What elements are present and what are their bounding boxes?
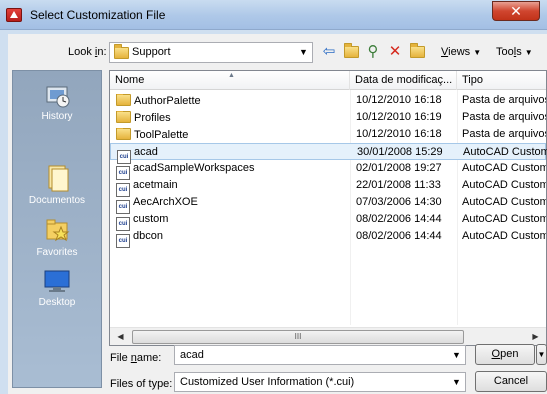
file-name-cell: ToolPalette	[116, 128, 348, 141]
file-date-cell: 08/02/2006 14:44	[356, 230, 442, 242]
tools-menu[interactable]: Tools ▼	[496, 46, 533, 58]
file-name-text: acetmain	[133, 179, 178, 191]
file-date-cell: 02/01/2008 19:27	[356, 162, 442, 174]
places-item-desktop[interactable]: Desktop	[13, 267, 101, 308]
new-folder-icon[interactable]	[408, 43, 426, 61]
places-item-history[interactable]: History	[13, 81, 101, 122]
up-folder-icon[interactable]	[342, 43, 360, 61]
chevron-down-icon[interactable]: ▼	[448, 373, 465, 392]
desktop-icon	[44, 270, 70, 292]
places-item-label: Favorites	[36, 247, 78, 258]
column-header-row: Nome ▲ Data de modificaç... Tipo	[110, 71, 546, 90]
chevron-down-icon: ▼	[473, 48, 482, 57]
column-header-type[interactable]: Tipo	[457, 71, 546, 90]
file-date-cell: 30/01/2008 15:29	[357, 146, 443, 158]
file-name-label: File name:	[110, 352, 162, 364]
places-item-label: Desktop	[38, 297, 76, 308]
scrollbar-thumb[interactable]: III	[132, 330, 464, 344]
file-name-text: AecArchXOE	[133, 196, 198, 208]
places-item-favorites[interactable]: Favorites	[13, 215, 101, 258]
file-type-cell: AutoCAD Custom	[462, 162, 546, 174]
folder-icon	[116, 111, 131, 123]
file-row[interactable]: Profiles 10/12/2010 16:19 Pasta de arquivo…	[110, 109, 546, 126]
look-in-label: Look in:	[68, 46, 107, 58]
back-arrow-icon[interactable]: ⇦	[320, 43, 338, 61]
cancel-button[interactable]: Cancel	[475, 371, 547, 392]
open-options-button[interactable]: ▼	[536, 344, 547, 365]
delete-icon[interactable]: ✕	[386, 43, 404, 61]
window-frame: Look in: Support ▼ ⇦ ⚲ ✕ Views ▼ Tools ▼	[0, 30, 547, 394]
file-type-cell: Pasta de arquivos	[462, 94, 546, 106]
places-item-documents[interactable]: Documentos	[13, 163, 101, 206]
file-row[interactable]: ToolPalette 10/12/2010 16:18 Pasta de arqu…	[110, 126, 546, 143]
search-icon[interactable]: ⚲	[364, 43, 382, 61]
file-date-cell: 10/12/2010 16:19	[356, 111, 442, 123]
file-row[interactable]: cui acad 30/01/2008 15:29 AutoCAD Custom	[110, 143, 547, 164]
cui-file-icon: cui	[116, 234, 130, 248]
file-name-input[interactable]: acad ▼	[174, 345, 466, 365]
file-type-cell: Pasta de arquivos	[462, 128, 546, 140]
dialog-body: Look in: Support ▼ ⇦ ⚲ ✕ Views ▼ Tools ▼	[8, 34, 547, 394]
file-row[interactable]: cui acadSampleWorkspaces 02/01/2008 19:27 A…	[110, 160, 546, 180]
file-name-cell: Profiles	[116, 111, 348, 124]
file-date-cell: 08/02/2006 14:44	[356, 213, 442, 225]
open-button[interactable]: Open	[475, 344, 535, 365]
places-item-label: History	[41, 111, 73, 122]
folder-icon	[116, 94, 131, 106]
chevron-down-icon: ▼	[537, 350, 546, 359]
file-type-cell: AutoCAD Custom	[462, 230, 546, 242]
column-header-date[interactable]: Data de modificaç...	[350, 71, 457, 90]
scroll-right-icon[interactable]: ▶	[527, 329, 544, 345]
sort-ascending-icon: ▲	[228, 72, 235, 79]
file-name-text: AuthorPalette	[134, 95, 201, 107]
file-date-cell: 10/12/2010 16:18	[356, 94, 442, 106]
file-name-text: ToolPalette	[134, 129, 189, 141]
favorites-icon	[46, 219, 70, 242]
history-icon	[46, 86, 70, 108]
views-menu[interactable]: Views ▼	[441, 46, 481, 58]
file-name-text: dbcon	[133, 230, 163, 242]
look-in-dropdown[interactable]: Support ▼	[109, 42, 313, 63]
window-title: Select Customization File	[30, 8, 166, 22]
file-list[interactable]: Nome ▲ Data de modificaç... Tipo AuthorP…	[109, 70, 547, 346]
file-date-cell: 22/01/2008 11:33	[356, 179, 441, 191]
file-row[interactable]: AuthorPalette 10/12/2010 16:18 Pasta de ar…	[110, 92, 546, 109]
file-name-text: acadSampleWorkspaces	[133, 162, 255, 174]
folder-icon	[114, 44, 129, 59]
file-name-cell: cui dbcon	[116, 230, 348, 248]
horizontal-scrollbar[interactable]: ◀ III ▶	[110, 327, 546, 345]
file-date-cell: 10/12/2010 16:18	[356, 128, 442, 140]
title-bar: Select Customization File ✕	[0, 0, 547, 30]
chevron-down-icon[interactable]: ▼	[448, 346, 465, 365]
file-name-value: acad	[180, 349, 204, 361]
file-row[interactable]: cui dbcon 08/02/2006 14:44 AutoCAD Custom	[110, 228, 546, 248]
files-of-type-dropdown[interactable]: Customized User Information (*.cui) ▼	[174, 372, 466, 392]
places-bar: History Documentos Favorites Desktop	[12, 70, 102, 388]
file-name-text: custom	[133, 213, 169, 225]
file-date-cell: 07/03/2006 14:30	[356, 196, 442, 208]
file-row[interactable]: cui AecArchXOE 07/03/2006 14:30 AutoCAD Cus…	[110, 194, 546, 214]
look-in-value: Support	[132, 46, 171, 58]
file-type-cell: AutoCAD Custom	[463, 146, 547, 158]
scroll-left-icon[interactable]: ◀	[112, 329, 129, 345]
file-type-cell: AutoCAD Custom	[462, 179, 546, 191]
chevron-down-icon[interactable]: ▼	[295, 43, 312, 62]
file-name-cell: AuthorPalette	[116, 94, 348, 107]
places-item-label: Documentos	[28, 195, 86, 206]
autocad-app-icon	[6, 8, 22, 22]
files-of-type-label: Files of type:	[110, 378, 173, 390]
documents-icon	[48, 165, 69, 192]
file-name-text: acad	[134, 146, 158, 158]
file-row[interactable]: cui custom 08/02/2006 14:44 AutoCAD Custom	[110, 211, 546, 231]
folder-icon	[116, 128, 131, 140]
chevron-down-icon: ▼	[524, 48, 533, 57]
file-row[interactable]: cui acetmain 22/01/2008 11:33 AutoCAD Custo…	[110, 177, 546, 197]
file-name-text: Profiles	[134, 112, 171, 124]
file-type-cell: AutoCAD Custom	[462, 213, 546, 225]
file-type-cell: Pasta de arquivos	[462, 111, 546, 123]
file-type-cell: AutoCAD Custom	[462, 196, 546, 208]
scrollbar-grip: III	[294, 332, 302, 341]
files-of-type-value: Customized User Information (*.cui)	[180, 376, 355, 388]
close-button[interactable]: ✕	[492, 1, 540, 21]
